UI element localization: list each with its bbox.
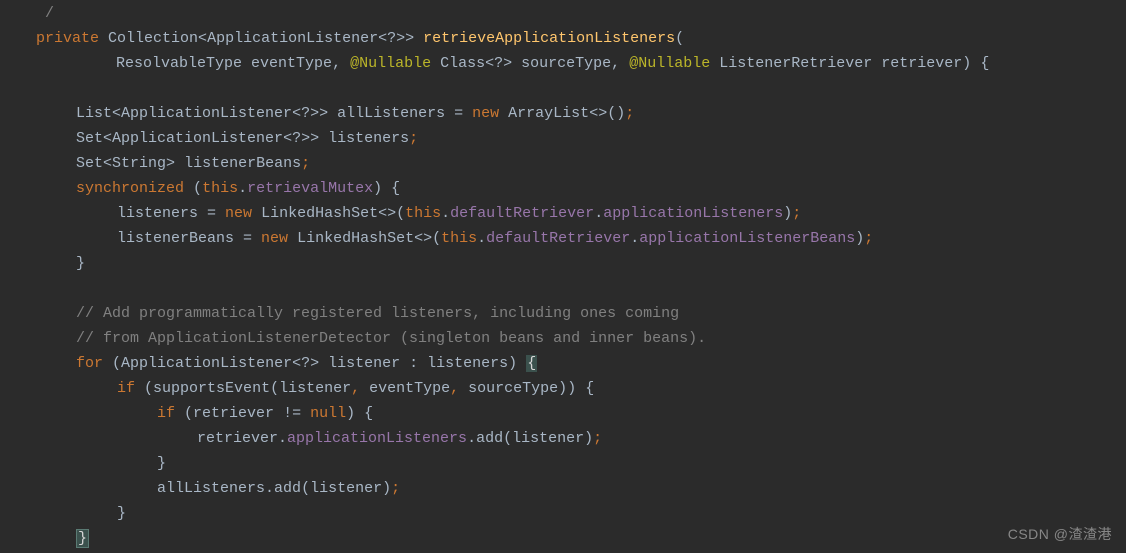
code-line: // Add programmatically registered liste… — [0, 301, 1126, 326]
code-line: retriever.applicationListeners.add(liste… — [0, 426, 1126, 451]
code-line: Set<ApplicationListener<?>> listeners; — [0, 126, 1126, 151]
comment: // from ApplicationListenerDetector (sin… — [76, 330, 706, 347]
comment-text: / — [36, 5, 54, 22]
code-line: / — [0, 1, 1126, 26]
keyword-synchronized: synchronized — [76, 180, 184, 197]
code-line: listenerBeans = new LinkedHashSet<>(this… — [0, 226, 1126, 251]
code-line: listeners = new LinkedHashSet<>(this.def… — [0, 201, 1126, 226]
code-line: private Collection<ApplicationListener<?… — [0, 26, 1126, 51]
type-resolvabletype: ResolvableType — [116, 55, 242, 72]
code-line: synchronized (this.retrievalMutex) { — [0, 176, 1126, 201]
keyword-private: private — [36, 30, 99, 47]
code-line: // from ApplicationListenerDetector (sin… — [0, 326, 1126, 351]
comment: // Add programmatically registered liste… — [76, 305, 679, 322]
keyword-new: new — [472, 105, 499, 122]
code-line: } — [0, 251, 1126, 276]
keyword-null: null — [310, 405, 346, 422]
code-line: allListeners.add(listener); — [0, 476, 1126, 501]
watermark: CSDN @渣渣港 — [1008, 522, 1112, 547]
field-retrievalmutex: retrievalMutex — [247, 180, 373, 197]
method-name: retrieveApplicationListeners — [423, 30, 675, 47]
code-line: ResolvableType eventType, @Nullable Clas… — [0, 51, 1126, 76]
code-line: if (retriever != null) { — [0, 401, 1126, 426]
code-editor[interactable]: / private Collection<ApplicationListener… — [0, 0, 1126, 551]
keyword-for: for — [76, 355, 103, 372]
type-collection: Collection — [108, 30, 198, 47]
code-line: if (supportsEvent(listener, eventType, s… — [0, 376, 1126, 401]
code-line: Set<String> listenerBeans; — [0, 151, 1126, 176]
code-line: } — [0, 526, 1126, 551]
cursor-brace: } — [76, 529, 89, 548]
type-applistener: ApplicationListener — [207, 30, 378, 47]
blank-line — [0, 76, 1126, 101]
keyword-if: if — [117, 380, 135, 397]
annotation-nullable: @Nullable — [629, 55, 710, 72]
code-line: for (ApplicationListener<?> listener : l… — [0, 351, 1126, 376]
code-line: } — [0, 451, 1126, 476]
blank-line — [0, 276, 1126, 301]
annotation-nullable: @Nullable — [350, 55, 431, 72]
keyword-this: this — [202, 180, 238, 197]
code-line: List<ApplicationListener<?>> allListener… — [0, 101, 1126, 126]
code-line: } — [0, 501, 1126, 526]
matching-brace: { — [526, 355, 537, 372]
